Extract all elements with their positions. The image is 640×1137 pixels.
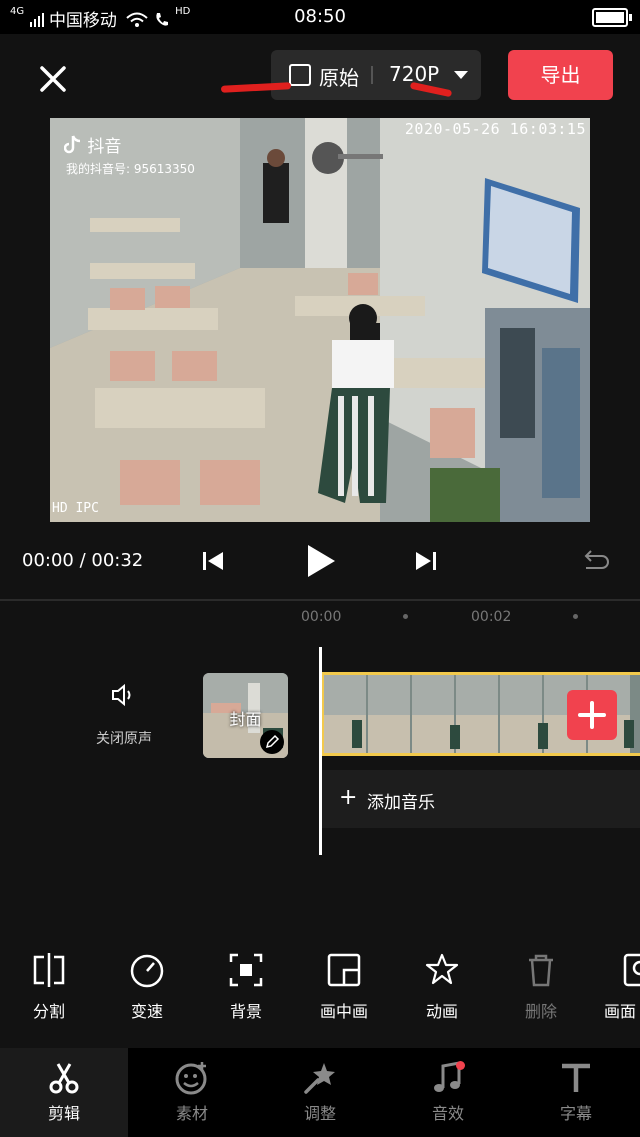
nav-edit[interactable]: 剪辑 <box>0 1060 128 1124</box>
tool-delete[interactable]: 删除 <box>501 950 581 1022</box>
speed-icon <box>130 954 164 988</box>
ruler-tick: 00:00 <box>301 609 342 625</box>
ruler-tick: 00:02 <box>471 609 512 625</box>
douyin-icon <box>63 135 81 154</box>
nav-label: 剪辑 <box>47 1104 80 1123</box>
tool-animation[interactable]: 动画 <box>402 950 482 1022</box>
tool-split[interactable]: 分割 <box>9 950 89 1022</box>
text-icon <box>562 1063 590 1092</box>
background-icon <box>229 953 263 987</box>
section-divider <box>0 599 640 601</box>
export-button[interactable]: 导出 <box>508 50 613 100</box>
camera-label: HD IPC <box>52 501 99 516</box>
skip-forward-icon <box>416 552 436 570</box>
tool-label: 动画 <box>425 1002 458 1021</box>
timecode: 00:00 / 00:32 <box>22 550 144 571</box>
plus-icon <box>578 701 606 729</box>
tool-label: 画中画 <box>319 1002 368 1021</box>
add-music-button[interactable]: + 添加音乐 <box>321 770 640 828</box>
tool-label: 变速 <box>130 1002 163 1021</box>
pill-divider <box>371 66 373 84</box>
skip-back-icon <box>203 552 223 570</box>
video-timestamp: 2020-05-26 16:03:15 <box>404 120 586 138</box>
playhead[interactable] <box>319 647 322 855</box>
notification-dot <box>456 1061 465 1070</box>
speaker-icon <box>112 683 131 707</box>
nav-label: 字幕 <box>559 1104 592 1123</box>
play-button[interactable] <box>305 543 337 583</box>
add-clip-button[interactable] <box>567 690 617 740</box>
nav-label: 调整 <box>303 1104 336 1123</box>
frame-icon <box>623 953 640 987</box>
sticker-icon <box>175 1062 207 1095</box>
douyin-id: 我的抖音号: 95613350 <box>66 162 195 176</box>
tool-background[interactable]: 背景 <box>206 950 286 1022</box>
animation-icon <box>425 953 459 985</box>
ratio-label[interactable]: 原始 <box>319 62 359 91</box>
tool-speed[interactable]: 变速 <box>107 950 187 1022</box>
add-music-label: 添加音乐 <box>367 793 435 813</box>
pencil-icon <box>265 734 280 749</box>
close-icon <box>40 66 66 92</box>
tool-label: 分割 <box>32 1002 65 1021</box>
ruler-dot <box>403 614 408 619</box>
aspect-ratio-icon <box>289 64 311 86</box>
battery-icon <box>592 8 632 27</box>
tool-pip[interactable]: 画中画 <box>304 950 384 1022</box>
close-button[interactable] <box>36 62 70 96</box>
nav-subtitle[interactable]: 字幕 <box>512 1060 640 1124</box>
undo-icon <box>584 550 609 569</box>
nav-audio[interactable]: 音效 <box>384 1060 512 1124</box>
nav-label: 音效 <box>431 1104 464 1123</box>
delete-icon <box>529 954 553 987</box>
tool-label: 画面 <box>604 1002 637 1021</box>
undo-button[interactable] <box>582 548 610 578</box>
nav-label: 素材 <box>175 1104 208 1123</box>
ruler-dot <box>573 614 578 619</box>
cover-label: 封面 <box>229 710 262 729</box>
mute-original-button[interactable] <box>110 682 140 712</box>
tool-label: 删除 <box>524 1002 557 1021</box>
nav-material[interactable]: 素材 <box>128 1060 256 1124</box>
skip-start-button[interactable] <box>201 546 225 580</box>
cover-button[interactable]: 封面 <box>203 673 288 758</box>
skip-end-button[interactable] <box>414 546 438 580</box>
preview-frame <box>50 118 590 522</box>
chevron-down-icon[interactable] <box>454 71 468 79</box>
status-time: 08:50 <box>294 6 346 27</box>
status-bar: 4G 中国移动 HD 08:50 <box>0 0 640 34</box>
scissors-icon <box>49 1063 79 1094</box>
picture-in-picture-icon <box>327 953 361 987</box>
adjust-icon <box>304 1063 335 1094</box>
douyin-brand: 抖音 <box>87 137 122 157</box>
add-icon: + <box>339 785 358 810</box>
tool-frame[interactable]: 画面 <box>594 950 640 1022</box>
split-icon <box>33 953 65 987</box>
play-icon <box>308 545 335 577</box>
video-preview[interactable]: 2020-05-26 16:03:15 抖音 我的抖音号: 95613350 H… <box>50 118 590 522</box>
douyin-logo: 抖音 <box>63 132 122 157</box>
edit-cover-button[interactable] <box>260 730 284 754</box>
nav-adjust[interactable]: 调整 <box>256 1060 384 1124</box>
mute-original-label[interactable]: 关闭原声 <box>96 728 152 748</box>
tool-label: 背景 <box>229 1002 262 1021</box>
